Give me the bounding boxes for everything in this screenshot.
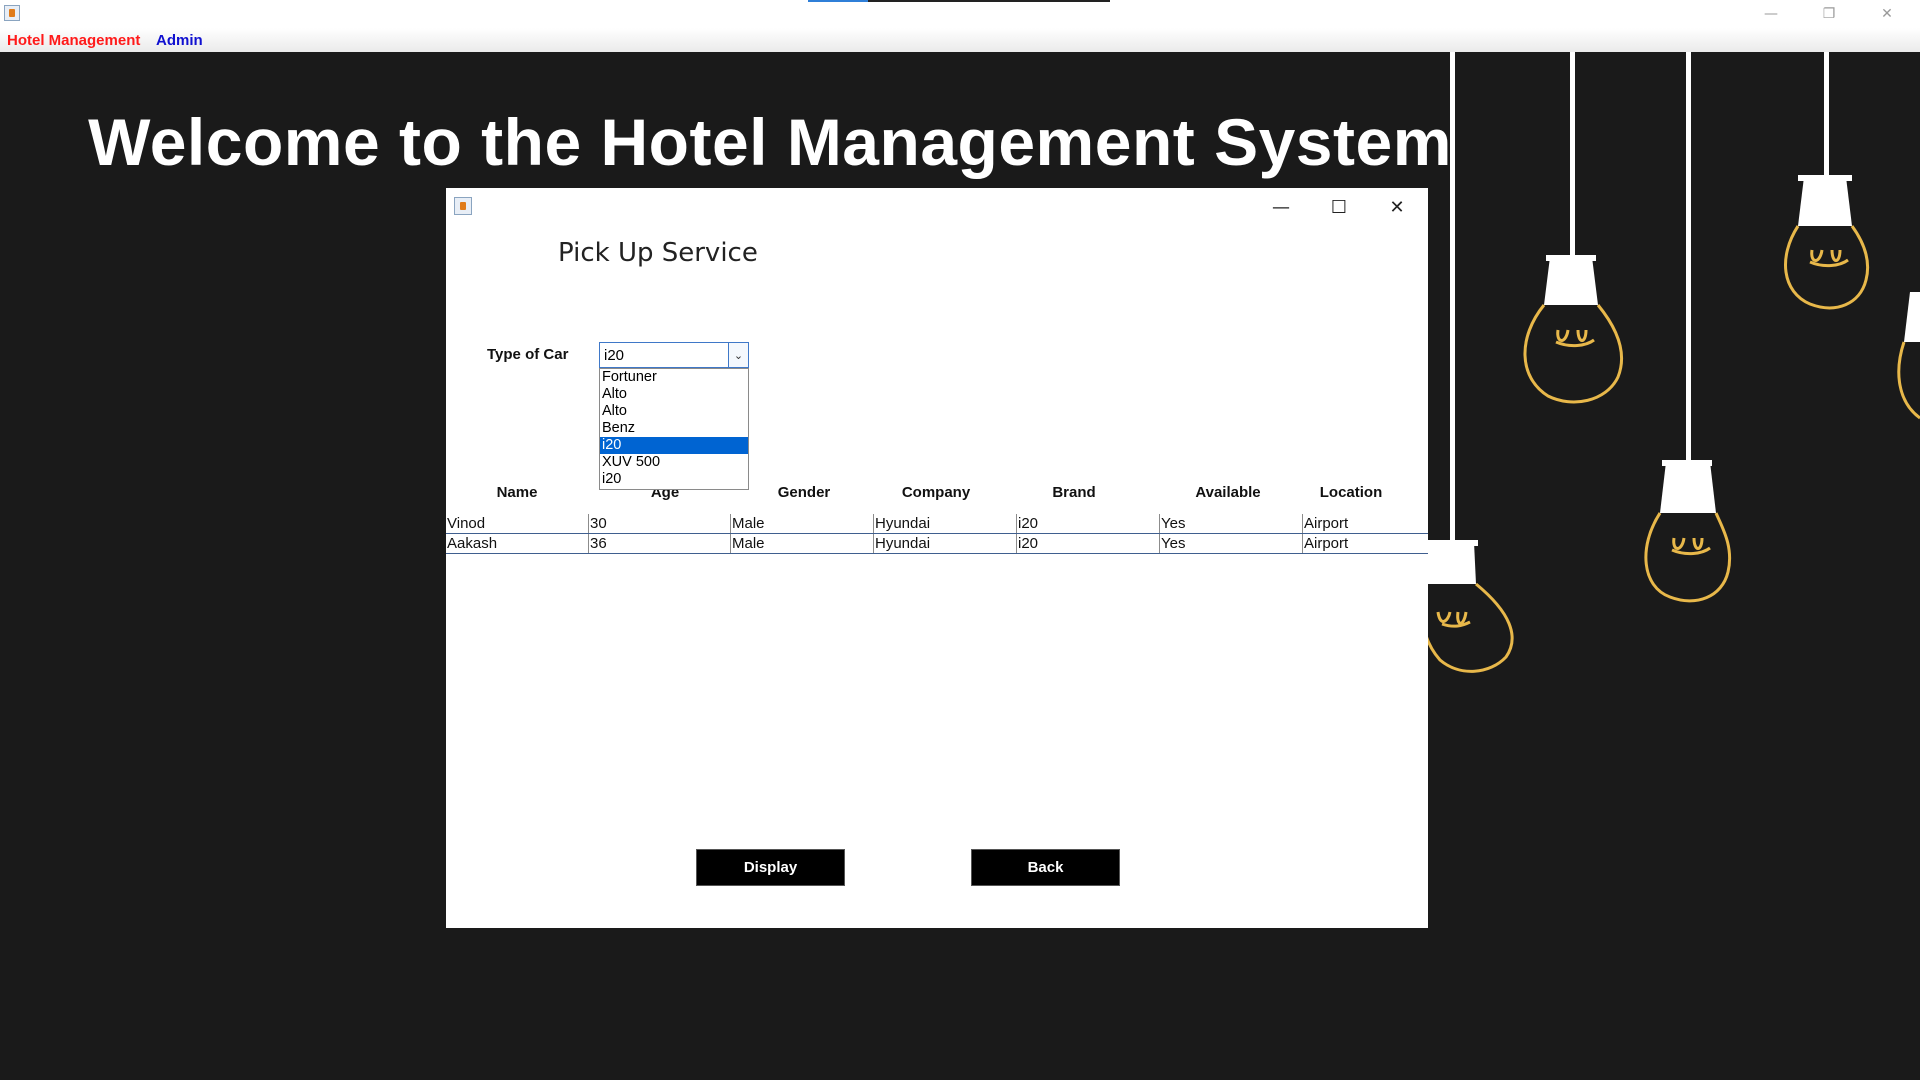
table-cell[interactable]: Airport — [1302, 514, 1428, 533]
table-cell[interactable]: Airport — [1302, 534, 1428, 553]
dialog-minimize-button[interactable]: — — [1252, 188, 1310, 226]
dropdown-option[interactable]: i20 — [600, 471, 748, 488]
back-button[interactable]: Back — [971, 849, 1120, 886]
welcome-heading: Welcome to the Hotel Management System — [88, 105, 1452, 179]
dropdown-option[interactable]: Alto — [600, 403, 748, 420]
table-cell[interactable]: Aakash — [446, 534, 588, 553]
dialog-maximize-button[interactable]: ☐ — [1310, 188, 1368, 226]
table-cell[interactable]: Yes — [1159, 534, 1302, 553]
driver-table-header: Name Age Gender Company Brand Available … — [446, 484, 1428, 506]
dropdown-option[interactable]: Benz — [600, 420, 748, 437]
table-row[interactable]: Aakash 36 Male Hyundai i20 Yes Airport — [446, 534, 1428, 554]
display-button[interactable]: Display — [696, 849, 845, 886]
hanging-bulbs-decoration — [1420, 52, 1920, 673]
maximize-icon: ☐ — [1330, 196, 1348, 218]
title-progress-bar — [808, 0, 1110, 2]
minimize-icon: — — [1272, 196, 1290, 218]
pickup-service-dialog: — ☐ ✕ Pick Up Service Type of Car i20 ⌄ … — [446, 188, 1428, 928]
java-app-icon — [454, 197, 472, 215]
column-header-gender: Gender — [777, 484, 831, 501]
table-cell[interactable]: Hyundai — [873, 534, 1016, 553]
car-type-combobox[interactable]: i20 ⌄ — [599, 342, 749, 368]
table-cell[interactable]: Yes — [1159, 514, 1302, 533]
table-cell[interactable]: 36 — [588, 534, 730, 553]
dropdown-option[interactable]: Fortuner — [600, 369, 748, 386]
driver-table: Vinod 30 Male Hyundai i20 Yes Airport Aa… — [446, 514, 1428, 554]
dropdown-option[interactable]: XUV 500 — [600, 454, 748, 471]
table-cell[interactable]: Hyundai — [873, 514, 1016, 533]
table-cell[interactable]: Male — [730, 534, 873, 553]
table-cell[interactable]: Male — [730, 514, 873, 533]
menu-bar: Hotel Management Admin — [0, 28, 1920, 52]
dialog-close-button[interactable]: ✕ — [1368, 188, 1426, 226]
dropdown-option[interactable]: Alto — [600, 386, 748, 403]
dropdown-option-selected[interactable]: i20 — [600, 437, 748, 454]
window-close-button[interactable]: ✕ — [1864, 0, 1910, 28]
chevron-down-icon[interactable]: ⌄ — [728, 343, 748, 367]
menu-admin[interactable]: Admin — [156, 32, 203, 49]
restore-icon: ❐ — [1822, 6, 1836, 22]
minimize-icon: — — [1764, 6, 1778, 22]
main-window-titlebar: — ❐ ✕ — [0, 0, 1920, 28]
dialog-title: Pick Up Service — [558, 238, 758, 268]
type-of-car-label: Type of Car — [487, 346, 569, 363]
car-type-dropdown-list[interactable]: Fortuner Alto Alto Benz i20 XUV 500 i20 — [599, 368, 749, 490]
column-header-location: Location — [1319, 484, 1383, 501]
column-header-available: Available — [1195, 484, 1261, 501]
window-restore-button[interactable]: ❐ — [1806, 0, 1852, 28]
combobox-selected-value: i20 — [604, 347, 625, 364]
window-minimize-button[interactable]: — — [1748, 0, 1794, 28]
column-header-company: Company — [901, 484, 971, 501]
close-icon: ✕ — [1389, 196, 1405, 218]
java-app-icon — [4, 5, 20, 21]
table-row[interactable]: Vinod 30 Male Hyundai i20 Yes Airport — [446, 514, 1428, 534]
title-progress-fill — [808, 0, 868, 2]
column-header-brand: Brand — [1052, 484, 1096, 501]
table-cell[interactable]: Vinod — [446, 514, 588, 533]
table-cell[interactable]: i20 — [1016, 534, 1159, 553]
table-cell[interactable]: 30 — [588, 514, 730, 533]
menu-hotel-management[interactable]: Hotel Management — [7, 32, 140, 49]
column-header-name: Name — [496, 484, 538, 501]
close-icon: ✕ — [1881, 6, 1893, 22]
table-cell[interactable]: i20 — [1016, 514, 1159, 533]
